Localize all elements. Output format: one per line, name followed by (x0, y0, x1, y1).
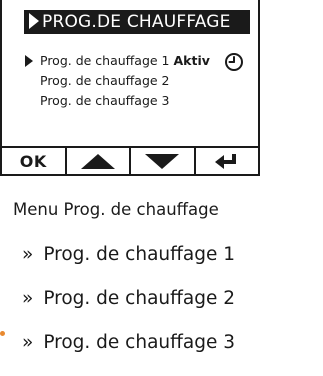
ok-button[interactable]: OK (2, 148, 67, 174)
back-button[interactable] (196, 148, 259, 174)
down-button[interactable] (131, 148, 196, 174)
title-arrow-icon (29, 13, 39, 29)
arrow-down-icon (145, 153, 180, 169)
menu-entry-list: » Prog. de chauffage 1 » Prog. de chauffag… (22, 238, 235, 370)
menu-entry: » Prog. de chauffage 2 (22, 282, 235, 326)
clock-icon (225, 53, 243, 71)
menu-caption: Menu Prog. de chauffage (13, 200, 219, 219)
page: PROG.DE CHAUFFAGE Prog. de chauffage 1 A… (0, 0, 323, 376)
program-label: Prog. de chauffage 3 (40, 93, 170, 108)
screen-title-bar: PROG.DE CHAUFFAGE (24, 10, 250, 34)
program-label: Prog. de chauffage 2 (40, 73, 170, 88)
program-item-2[interactable]: Prog. de chauffage 2 (24, 71, 254, 91)
arrow-up-icon (80, 153, 115, 169)
up-button[interactable] (67, 148, 131, 174)
menu-entry-label: Prog. de chauffage 2 (43, 288, 236, 309)
screen-title: PROG.DE CHAUFFAGE (42, 12, 231, 32)
lcd-display: PROG.DE CHAUFFAGE Prog. de chauffage 1 A… (0, 0, 260, 176)
menu-entry-label: Prog. de chauffage 3 (43, 332, 236, 353)
edge-marker (0, 331, 5, 336)
selection-arrow-icon (25, 55, 33, 67)
program-list: Prog. de chauffage 1 Aktiv Prog. de chau… (24, 51, 254, 111)
program-item-1[interactable]: Prog. de chauffage 1 Aktiv (24, 51, 254, 71)
ok-label: OK (19, 151, 47, 171)
program-label: Prog. de chauffage 1 (40, 53, 170, 68)
softkey-bar: OK (2, 146, 258, 174)
return-arrow-icon (214, 154, 236, 169)
bullet-glyph: » (22, 244, 34, 265)
active-status-label: Aktiv (173, 53, 210, 68)
bullet-glyph: » (22, 332, 34, 353)
menu-entry: » Prog. de chauffage 3 (22, 326, 235, 370)
bullet-glyph: » (22, 288, 34, 309)
menu-entry-label: Prog. de chauffage 1 (43, 244, 236, 265)
menu-entry: » Prog. de chauffage 1 (22, 238, 235, 282)
program-item-3[interactable]: Prog. de chauffage 3 (24, 91, 254, 111)
